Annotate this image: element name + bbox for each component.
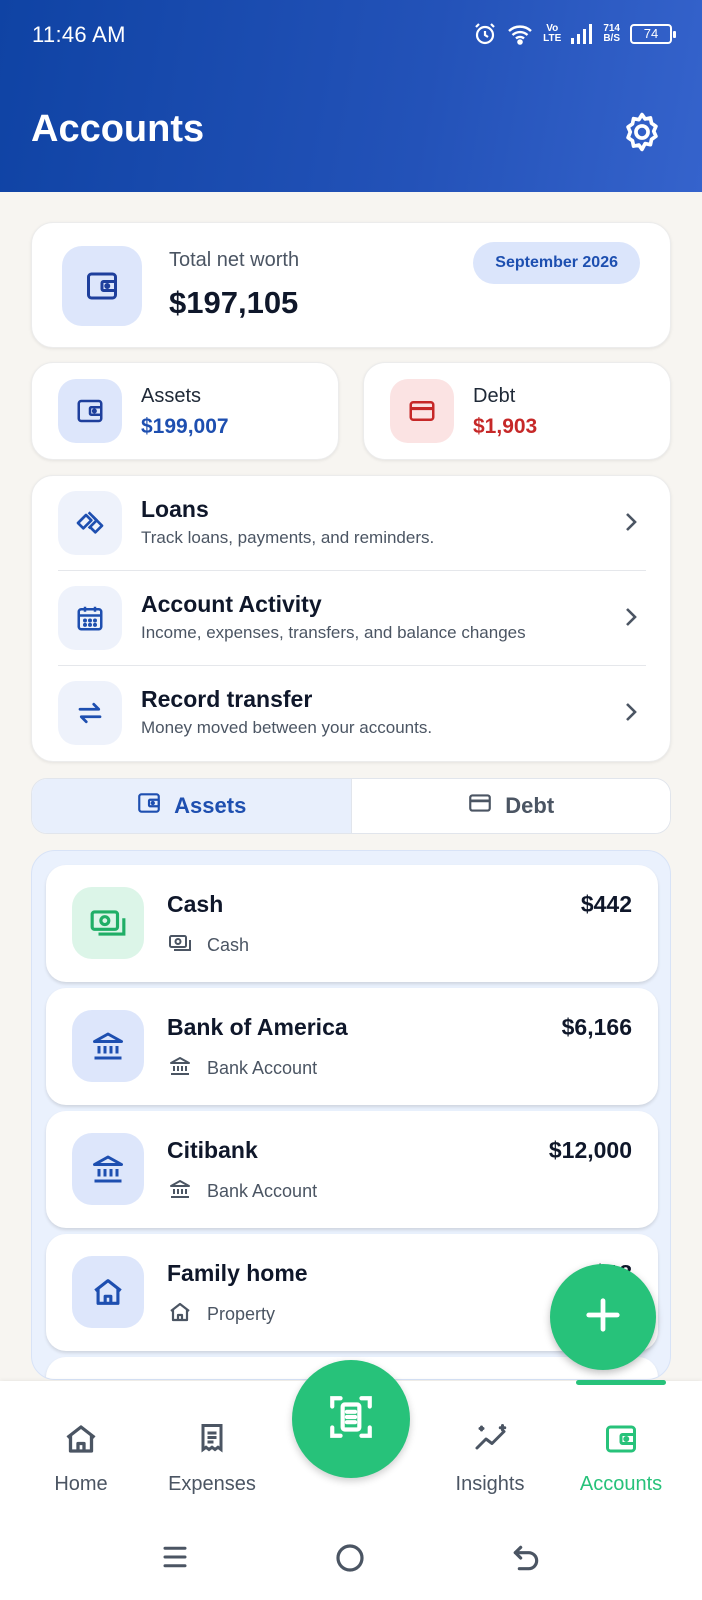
handshake-icon bbox=[58, 491, 122, 555]
wallet-icon bbox=[136, 790, 162, 822]
menu-subtitle: Income, expenses, transfers, and balance… bbox=[141, 623, 526, 642]
app-header: 11:46 AM Vo LTE 714 B/S 74 Accounts bbox=[0, 0, 702, 192]
debt-label: Debt bbox=[473, 385, 516, 407]
page-title: Accounts bbox=[31, 108, 205, 150]
back-icon[interactable] bbox=[510, 1542, 542, 1579]
account-card-citibank[interactable]: Citibank $12,000 Bank Account bbox=[46, 1111, 658, 1228]
net-worth-value: $197,105 bbox=[169, 285, 299, 320]
calendar-icon bbox=[58, 586, 122, 650]
tab-debt[interactable]: Debt bbox=[350, 779, 670, 833]
nav-label: Expenses bbox=[168, 1473, 256, 1495]
status-bar: 11:46 AM Vo LTE 714 B/S 74 bbox=[0, 0, 702, 70]
tab-label: Debt bbox=[505, 793, 555, 818]
account-name: Citibank bbox=[167, 1137, 258, 1163]
status-time: 11:46 AM bbox=[32, 22, 126, 47]
status-icons: Vo LTE 714 B/S 74 bbox=[473, 22, 676, 46]
active-nav-indicator bbox=[576, 1380, 666, 1385]
volte-indicator: Vo LTE bbox=[543, 23, 562, 44]
plus-icon bbox=[584, 1296, 622, 1339]
bank-icon bbox=[72, 1133, 144, 1205]
account-type-label: Property bbox=[207, 1304, 276, 1324]
nav-insights[interactable]: Insights bbox=[430, 1381, 550, 1501]
debt-summary-card[interactable]: Debt $1,903 bbox=[363, 362, 671, 460]
nav-label: Home bbox=[54, 1473, 108, 1495]
menu-title: Account Activity bbox=[141, 591, 322, 617]
chevron-right-icon bbox=[624, 701, 638, 728]
receipt-icon bbox=[201, 1424, 223, 1453]
menu-icon[interactable] bbox=[160, 1542, 190, 1577]
credit-card-icon bbox=[467, 790, 493, 822]
assets-value: $199,007 bbox=[141, 415, 229, 438]
nav-home[interactable]: Home bbox=[21, 1381, 141, 1501]
insights-sparkle-icon bbox=[475, 1424, 507, 1450]
tab-assets[interactable]: Assets bbox=[32, 779, 351, 833]
account-name: Family home bbox=[167, 1260, 308, 1286]
alarm-icon bbox=[473, 22, 497, 46]
home-circle-icon[interactable] bbox=[334, 1542, 366, 1579]
net-worth-card[interactable]: Total net worth $197,105 September 2026 bbox=[31, 222, 671, 348]
signal-icon bbox=[571, 24, 593, 44]
account-type: Bank Account bbox=[167, 1054, 317, 1083]
chevron-right-icon bbox=[624, 511, 638, 538]
nav-accounts[interactable]: Accounts bbox=[561, 1380, 681, 1501]
account-type-label: Bank Account bbox=[207, 1058, 318, 1078]
account-type: Bank Account bbox=[167, 1177, 317, 1206]
home-icon bbox=[66, 1425, 96, 1453]
loans-row[interactable]: Loans Track loans, payments, and reminde… bbox=[32, 476, 672, 571]
net-speed: 714 B/S bbox=[603, 23, 620, 44]
account-amount: $442 bbox=[580, 891, 632, 917]
bank-icon bbox=[167, 1177, 193, 1206]
account-amount: $6,166 bbox=[561, 1014, 632, 1040]
menu-subtitle: Track loans, payments, and reminders. bbox=[141, 528, 435, 547]
tab-label: Assets bbox=[174, 793, 247, 818]
scan-receipt-button[interactable] bbox=[292, 1360, 410, 1478]
account-card-cash[interactable]: Cash $442 Cash bbox=[46, 865, 658, 982]
debt-value: $1,903 bbox=[473, 415, 538, 438]
bank-icon bbox=[167, 1054, 193, 1083]
house-icon bbox=[72, 1256, 144, 1328]
wifi-icon bbox=[507, 23, 533, 45]
wallet-icon bbox=[62, 246, 142, 326]
net-worth-label: Total net worth bbox=[169, 249, 300, 271]
bank-icon bbox=[72, 1010, 144, 1082]
credit-card-icon bbox=[390, 379, 454, 443]
system-navigation-bar bbox=[0, 1520, 702, 1600]
gear-icon[interactable] bbox=[620, 110, 664, 154]
cash-icon bbox=[72, 887, 144, 959]
battery-icon: 74 bbox=[630, 24, 676, 44]
wallet-icon bbox=[58, 379, 122, 443]
account-type-label: Bank Account bbox=[207, 1181, 318, 1201]
account-type-label: Cash bbox=[207, 935, 250, 955]
scan-document-icon bbox=[326, 1392, 376, 1447]
asset-debt-tabs: Assets Debt bbox=[31, 778, 671, 834]
add-account-button[interactable] bbox=[550, 1264, 656, 1370]
account-name: Cash bbox=[167, 891, 224, 917]
account-type: Cash bbox=[167, 931, 249, 960]
account-card-bank-of-america[interactable]: Bank of America $6,166 Bank Account bbox=[46, 988, 658, 1105]
account-name: Bank of America bbox=[167, 1014, 348, 1040]
record-transfer-row[interactable]: Record transfer Money moved between your… bbox=[32, 666, 672, 761]
house-icon bbox=[167, 1300, 193, 1329]
account-type: Property bbox=[167, 1300, 275, 1329]
nav-expenses[interactable]: Expenses bbox=[152, 1381, 272, 1501]
assets-summary-card[interactable]: Assets $199,007 bbox=[31, 362, 339, 460]
account-tools-card: Loans Track loans, payments, and reminde… bbox=[31, 475, 671, 762]
nav-label: Accounts bbox=[579, 1473, 663, 1495]
nav-label: Insights bbox=[455, 1473, 525, 1495]
assets-label: Assets bbox=[141, 385, 202, 407]
transfer-arrows-icon bbox=[58, 681, 122, 745]
month-badge[interactable]: September 2026 bbox=[473, 242, 640, 284]
account-activity-row[interactable]: Account Activity Income, expenses, trans… bbox=[32, 571, 672, 666]
menu-subtitle: Money moved between your accounts. bbox=[141, 718, 433, 737]
wallet-icon bbox=[606, 1425, 636, 1453]
account-amount: $12,000 bbox=[548, 1137, 632, 1163]
cash-icon bbox=[167, 931, 193, 960]
menu-title: Record transfer bbox=[141, 686, 313, 712]
chevron-right-icon bbox=[624, 606, 638, 633]
menu-title: Loans bbox=[141, 496, 209, 522]
